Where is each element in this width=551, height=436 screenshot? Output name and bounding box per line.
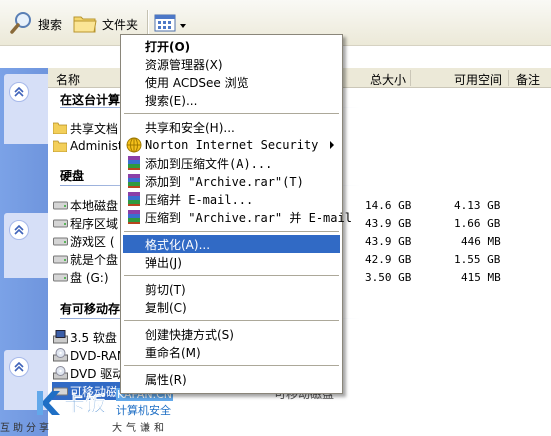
- group-header: 硬盘: [60, 169, 85, 183]
- item-name: Administ: [70, 139, 123, 153]
- item-name: 3.5 软盘: [70, 330, 117, 345]
- collapse-button[interactable]: [9, 82, 29, 102]
- total-size: 3.50 GB: [365, 271, 412, 284]
- list-item[interactable]: Administ: [52, 137, 123, 155]
- menu-item-label: 添加到 "Archive.rar"(T): [145, 174, 304, 189]
- menu-separator: [124, 320, 339, 321]
- column-name[interactable]: 名称: [56, 71, 80, 88]
- hard-disk-icon: [52, 269, 68, 285]
- dvd-drive-icon: [52, 347, 68, 363]
- menu-item-rename[interactable]: 重命名(M): [123, 343, 340, 361]
- list-item[interactable]: 3.5 软盘: [52, 328, 117, 346]
- hard-disk-icon: [52, 233, 68, 249]
- kafan-logo-icon: [34, 389, 62, 420]
- menu-item-acdsee[interactable]: 使用 ACDSee 浏览: [123, 73, 340, 91]
- menu-item-add-archive[interactable]: 添加到压缩文件(A)...: [123, 154, 340, 172]
- menu-item-norton[interactable]: Norton Internet Security: [123, 136, 340, 154]
- norton-icon: [126, 137, 142, 153]
- menu-item-label: 压缩并 E-mail...: [145, 192, 254, 207]
- menu-item-label: 压缩到 "Archive.rar" 并 E-mail: [145, 210, 352, 225]
- menu-separator: [124, 365, 339, 366]
- menu-separator: [124, 231, 339, 232]
- menu-item-search[interactable]: 搜索(E)...: [123, 91, 340, 109]
- folders-label: 文件夹: [102, 17, 139, 32]
- double-chevron-up-icon: [14, 225, 24, 235]
- search-button[interactable]: 搜索: [8, 10, 62, 38]
- free-space: 1.55 GB: [454, 253, 501, 266]
- menu-item-eject[interactable]: 弹出(J): [123, 253, 340, 271]
- floppy-drive-icon: [52, 329, 68, 345]
- total-size: 42.9 GB: [365, 253, 412, 266]
- item-name: 程序区域: [70, 216, 119, 231]
- chevron-down-icon: [180, 18, 186, 31]
- brand-tagline: 计算机安全: [116, 404, 171, 417]
- winrar-icon: [126, 209, 142, 225]
- free-space: 4.13 GB: [454, 199, 501, 212]
- column-divider[interactable]: [410, 70, 411, 86]
- menu-separator: [124, 275, 339, 276]
- menu-item-rar-email[interactable]: 压缩到 "Archive.rar" 并 E-mail: [123, 208, 352, 226]
- column-divider[interactable]: [508, 70, 509, 86]
- free-space: 1.66 GB: [454, 217, 501, 230]
- collapse-button[interactable]: [9, 357, 29, 377]
- views-icon: [154, 13, 176, 36]
- dvd-drive-icon: [52, 365, 68, 381]
- menu-item-compress-email[interactable]: 压缩并 E-mail...: [123, 190, 340, 208]
- search-icon: [8, 10, 34, 39]
- brand-name: 卡饭: [64, 392, 107, 417]
- list-item[interactable]: 盘 (G:): [52, 268, 109, 286]
- context-menu: 打开(O) 资源管理器(X) 使用 ACDSee 浏览 搜索(E)... 共享和…: [120, 34, 352, 394]
- slogan-left: 互助分享: [0, 423, 52, 434]
- folder-icon: [72, 11, 98, 38]
- winrar-icon: [126, 191, 142, 207]
- list-item[interactable]: 共享文档: [52, 119, 118, 137]
- kafan-watermark: 卡饭 KAFAN.CN 计算机安全 互助分享 大气谦和: [0, 388, 274, 436]
- menu-item-cut[interactable]: 剪切(T): [123, 280, 340, 298]
- list-item[interactable]: 本地磁盘: [52, 196, 118, 214]
- menu-item-sharing[interactable]: 共享和安全(H)...: [123, 118, 340, 136]
- submenu-arrow-icon: [330, 141, 334, 149]
- folder-icon: [52, 120, 68, 136]
- menu-separator: [124, 113, 339, 114]
- list-item[interactable]: 游戏区 (: [52, 232, 115, 250]
- winrar-icon: [126, 155, 142, 171]
- double-chevron-up-icon: [14, 87, 24, 97]
- column-total-size[interactable]: 总大小: [370, 71, 406, 88]
- collapse-button[interactable]: [9, 220, 29, 240]
- menu-item-label: 添加到压缩文件(A)...: [145, 156, 273, 171]
- item-name: 盘 (G:): [70, 270, 109, 285]
- list-item[interactable]: 程序区域: [52, 214, 118, 232]
- menu-item-explorer[interactable]: 资源管理器(X): [123, 55, 340, 73]
- folder-icon: [52, 138, 68, 154]
- total-size: 14.6 GB: [365, 199, 412, 212]
- menu-item-label: Norton Internet Security: [145, 138, 319, 152]
- hard-disk-icon: [52, 197, 68, 213]
- total-size: 43.9 GB: [365, 235, 412, 248]
- group-header: 有可移动存: [60, 302, 121, 316]
- double-chevron-up-icon: [14, 362, 24, 372]
- item-name: 就是个盘: [70, 252, 119, 267]
- item-name: 本地磁盘: [70, 198, 119, 213]
- total-size: 43.9 GB: [365, 217, 412, 230]
- menu-item-format[interactable]: 格式化(A)...: [123, 235, 340, 253]
- hard-disk-icon: [52, 251, 68, 267]
- menu-item-copy[interactable]: 复制(C): [123, 298, 340, 316]
- free-space: 446 MB: [461, 235, 501, 248]
- menu-item-properties[interactable]: 属性(R): [123, 370, 340, 388]
- menu-item-create-shortcut[interactable]: 创建快捷方式(S): [123, 325, 340, 343]
- hard-disk-icon: [52, 215, 68, 231]
- list-item[interactable]: 就是个盘: [52, 250, 118, 268]
- menu-item-open[interactable]: 打开(O): [123, 37, 340, 55]
- column-free-space[interactable]: 可用空间: [454, 71, 502, 88]
- slogan-right: 大气谦和: [112, 423, 168, 434]
- item-name: 游戏区 (: [70, 234, 115, 249]
- search-label: 搜索: [38, 17, 63, 32]
- column-remarks[interactable]: 备注: [516, 71, 540, 88]
- free-space: 415 MB: [461, 271, 501, 284]
- winrar-icon: [126, 173, 142, 189]
- task-pane: [0, 68, 48, 436]
- item-name: 共享文档: [70, 121, 119, 136]
- menu-item-add-rar[interactable]: 添加到 "Archive.rar"(T): [123, 172, 340, 190]
